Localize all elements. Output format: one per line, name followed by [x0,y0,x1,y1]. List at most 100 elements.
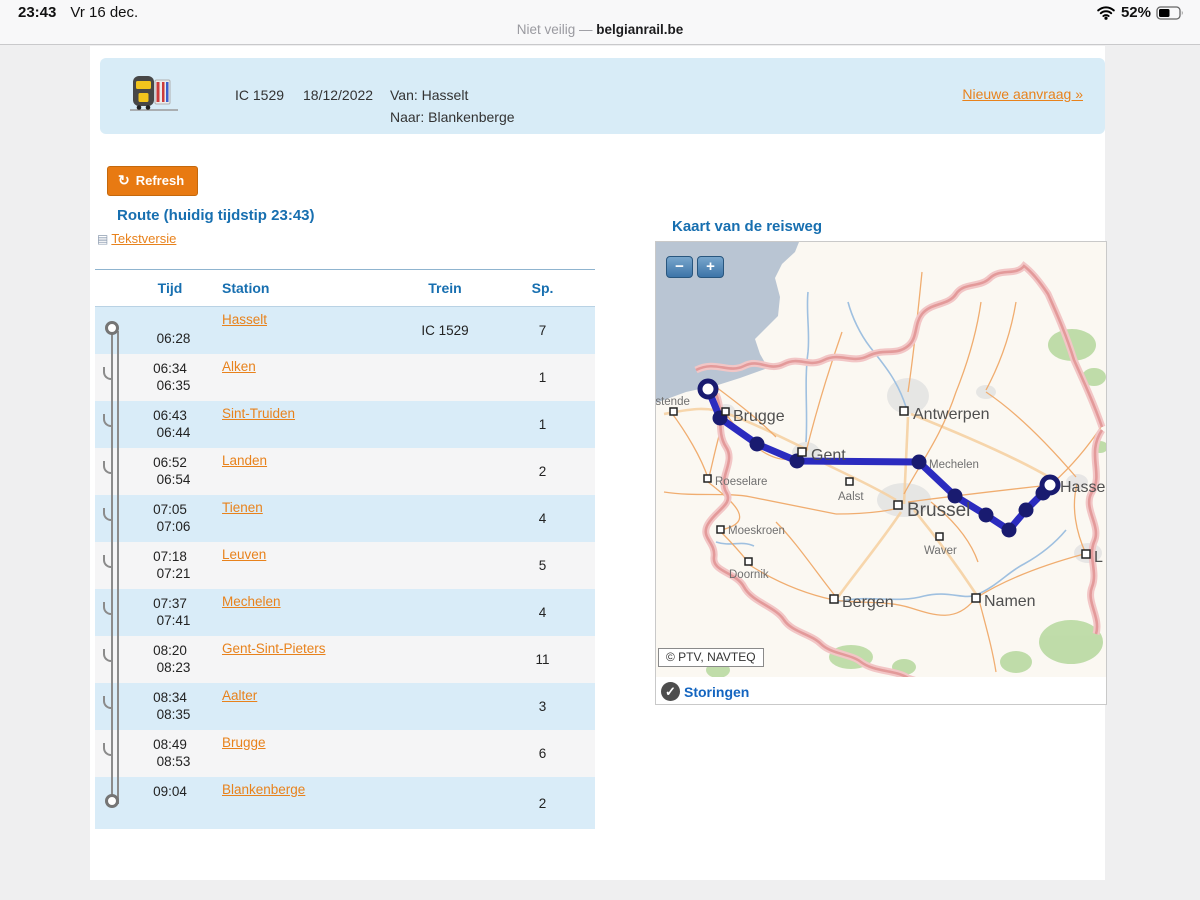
trip-header-box: IC 1529 18/12/2022 Van: Hasselt Naar: Bl… [100,58,1105,134]
platform-cell: 5 [490,542,595,589]
status-date: Vr 16 dec. [70,4,138,21]
route-end-marker [105,794,119,808]
page-content: IC 1529 18/12/2022 Van: Hasselt Naar: Bl… [90,46,1105,880]
city-label: Doornik [729,569,769,581]
map-panel: Oostende Brugge Roeselare Gent Aalst Ant… [655,241,1107,705]
col-time: Tijd [135,280,205,296]
browser-chrome: 23:43 Vr 16 dec. 52% Niet veilig — belgia… [0,0,1200,45]
document-icon: ▤ [97,232,108,246]
station-link[interactable]: Landen [222,453,267,468]
city-label: Mechelen [929,459,979,471]
table-row: 06:3406:35 Alken 1 [95,354,595,401]
security-label: Niet veilig — [517,22,593,37]
table-row: 08:3408:35 Aalter 3 [95,683,595,730]
table-row: 08:2008:23 Gent-Sint-Pieters 11 [95,636,595,683]
train-cell: IC 1529 [400,307,490,354]
route-stop-tick [103,602,112,615]
station-link[interactable]: Alken [222,359,256,374]
storingen-toggle[interactable]: ✓ Storingen [661,682,749,701]
trip-date: 18/12/2022 [303,87,373,103]
city-marker [972,594,980,602]
city-marker [1082,550,1090,558]
route-start-marker [105,321,119,335]
station-link[interactable]: Aalter [222,688,257,703]
text-version: ▤Tekstversie [97,231,176,246]
table-row: 06:28 Hasselt IC 1529 7 [95,307,595,354]
city-marker [830,595,838,603]
wifi-icon [1096,5,1116,20]
status-indicators: 52% [1096,4,1186,21]
trip-from: Van: Hasselt [390,87,468,103]
route-title: Route (huidig tijdstip 23:43) [117,207,315,224]
table-row: 07:1807:21 Leuven 5 [95,542,595,589]
station-link[interactable]: Hasselt [222,312,267,327]
table-row: 06:5206:54 Landen 2 [95,448,595,495]
platform-cell: 7 [490,307,595,354]
map-zoom-controls: − + [666,256,724,278]
zoom-out-button[interactable]: − [666,256,693,278]
platform-cell: 3 [490,683,595,730]
map-attribution: © PTV, NAVTEQ [658,648,764,667]
city-marker [846,478,853,485]
city-marker [936,533,943,540]
station-link[interactable]: Gent-Sint-Pieters [222,641,326,656]
trip-to: Naar: Blankenberge [390,109,515,125]
battery-percent: 52% [1121,4,1151,21]
city-marker [704,475,711,482]
station-link[interactable]: Brugge [222,735,266,750]
platform-cell: 2 [490,777,595,829]
city-label: Gent [811,447,846,464]
city-label: Hasselt [1060,479,1106,496]
address-bar[interactable]: Niet veilig — belgianrail.be [0,22,1200,37]
city-label: Aalst [838,491,864,503]
city-marker [894,501,902,509]
route-stop-tick [103,555,112,568]
checkbox-checked-icon[interactable]: ✓ [661,682,680,701]
route-table: Tijd Station Trein Sp. 06:28 Hasselt IC … [95,269,595,829]
map-title: Kaart van de reisweg [672,218,822,235]
platform-cell: 1 [490,401,595,448]
route-stop-tick [103,743,112,756]
platform-cell: 1 [490,354,595,401]
table-row: 06:4306:44 Sint-Truiden 1 [95,401,595,448]
city-marker [670,408,677,415]
col-train: Trein [400,280,490,296]
station-link[interactable]: Mechelen [222,594,281,609]
train-route [700,381,1058,538]
city-marker [745,558,752,565]
route-stop-tick [103,508,112,521]
platform-cell: 4 [490,495,595,542]
city-marker [717,526,724,533]
platform-cell: 11 [490,636,595,683]
new-request-link[interactable]: Nieuwe aanvraag » [962,86,1083,102]
platform-cell: 2 [490,448,595,495]
table-row: 09:04 Blankenberge 2 [95,777,595,829]
station-link[interactable]: Tienen [222,500,263,515]
refresh-button[interactable]: ↻Refresh [107,166,198,196]
city-label: Brugge [733,408,785,425]
zoom-in-button[interactable]: + [697,256,724,278]
train-number: IC 1529 [235,87,284,103]
route-stop-tick [103,696,112,709]
city-label: L [1094,549,1103,566]
status-clock: 23:43 Vr 16 dec. [18,4,138,21]
city-label: Roeselare [715,476,767,488]
route-stop-tick [103,414,112,427]
route-terminus-blankenberge [700,381,716,397]
text-version-link[interactable]: Tekstversie [111,231,176,246]
col-station: Station [205,280,400,296]
train-icon [130,73,178,115]
station-link[interactable]: Blankenberge [222,782,305,797]
city-marker [900,407,908,415]
table-header: Tijd Station Trein Sp. [95,269,595,307]
station-link[interactable]: Leuven [222,547,266,562]
storingen-label: Storingen [684,684,749,700]
platform-cell: 4 [490,589,595,636]
map-canvas[interactable]: Oostende Brugge Roeselare Gent Aalst Ant… [656,242,1106,677]
status-time: 23:43 [18,4,56,21]
route-stop-tick [103,649,112,662]
station-link[interactable]: Sint-Truiden [222,406,295,421]
route-stop-tick [103,367,112,380]
route-terminus-hasselt [1042,477,1058,493]
city-marker [798,448,806,456]
